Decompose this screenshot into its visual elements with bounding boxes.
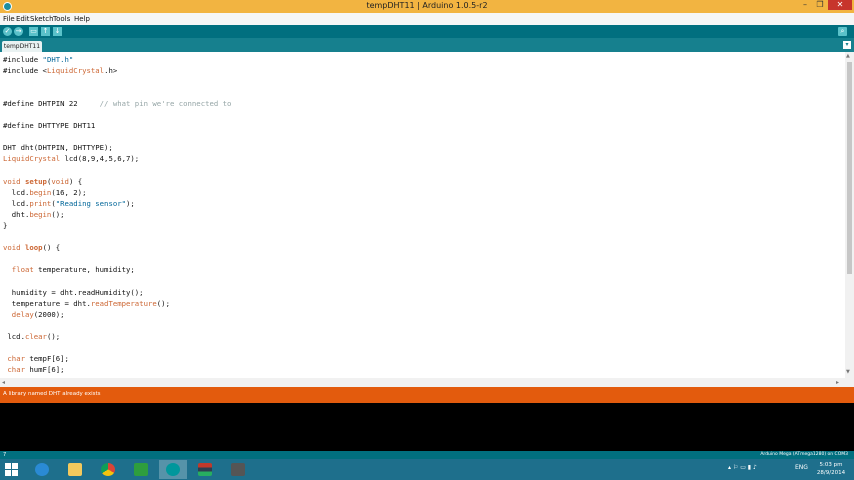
tray-icons[interactable]: ▴ ⚐ ▭ ▮ ♪	[728, 464, 757, 471]
code-line: #include "DHT.h"	[3, 55, 74, 64]
open-button[interactable]: ↑	[41, 27, 50, 36]
console-output[interactable]	[0, 403, 854, 451]
tab-tempdht11[interactable]: tempDHT11	[2, 41, 42, 52]
line-number: 7	[3, 452, 7, 458]
chevron-down-icon: ▾	[845, 41, 849, 48]
code-line: #define DHTPIN 22 // what pin we're conn…	[3, 99, 232, 108]
code-line: char humF[6];	[7, 365, 65, 374]
code-line: #include <LiquidCrystal.h>	[3, 66, 118, 75]
code-line: lcd.print("Reading sensor");	[3, 199, 135, 208]
new-file-icon: ▭	[30, 27, 37, 35]
code-line: dht.begin();	[3, 210, 65, 219]
menu-tools[interactable]: Tools	[53, 15, 70, 23]
taskbar-arduino[interactable]	[159, 460, 187, 479]
store-icon	[134, 463, 148, 476]
magnifier-icon: ⌕	[840, 27, 845, 35]
taskbar-chrome[interactable]	[94, 460, 122, 479]
menu-edit[interactable]: Edit	[16, 15, 30, 23]
verify-button[interactable]: ✓	[3, 27, 12, 36]
code-line: DHT dht(DHTPIN, DHTTYPE);	[3, 143, 113, 152]
code-line: lcd.clear();	[3, 332, 61, 341]
taskbar-store[interactable]	[127, 460, 155, 479]
board-info: Arduino Mega (ATmega1280) on COM3	[760, 452, 848, 457]
folder-icon	[68, 463, 82, 476]
tab-menu-button[interactable]: ▾	[843, 41, 851, 49]
arrow-up-icon: ↑	[42, 27, 49, 35]
check-icon: ✓	[4, 27, 11, 35]
vertical-scroll-thumb[interactable]	[847, 62, 852, 274]
scroll-left-icon[interactable]: ◂	[2, 378, 5, 387]
scroll-up-icon[interactable]: ▲	[846, 53, 850, 59]
code-line: }	[3, 221, 8, 230]
save-button[interactable]: ↓	[53, 27, 62, 36]
vertical-scrollbar[interactable]: ▲ ▼	[845, 52, 854, 378]
status-bar: A library named DHT already exists	[0, 387, 854, 403]
board-footer: 7 Arduino Mega (ATmega1280) on COM3	[0, 451, 854, 459]
taskbar-internet-explorer[interactable]	[28, 460, 56, 479]
clock-time: 5:03 pm	[819, 462, 843, 468]
taskbar: ▴ ⚐ ▭ ▮ ♪ ENG 5:03 pm 28/9/2014	[0, 459, 854, 480]
code-editor[interactable]: #include "DHT.h" #include <LiquidCrystal…	[0, 52, 845, 378]
windows-start-icon[interactable]	[5, 463, 18, 476]
taskbar-media-app[interactable]	[191, 460, 219, 479]
scroll-right-icon[interactable]: ▸	[836, 378, 839, 387]
upload-button[interactable]: →	[14, 27, 23, 36]
menu-bar: File Edit Sketch Tools Help	[0, 13, 854, 25]
code-line: void loop() {	[3, 243, 61, 252]
clock-date: 28/9/2014	[816, 470, 846, 476]
tool-app-icon	[231, 463, 245, 476]
internet-explorer-icon	[35, 463, 49, 476]
menu-sketch[interactable]: Sketch	[30, 15, 54, 23]
code-line: void setup(void) {	[3, 177, 83, 186]
toolbar: ✓ → ▭ ↑ ↓ ⌕	[0, 25, 854, 38]
arrow-right-icon: →	[15, 27, 22, 35]
tab-row: tempDHT11 ▾	[0, 38, 854, 52]
chrome-icon	[101, 463, 115, 476]
scroll-down-icon[interactable]: ▼	[846, 369, 850, 375]
code-line: temperature = dht.readTemperature();	[3, 299, 170, 308]
arduino-icon	[166, 463, 180, 476]
code-line: float temperature, humidity;	[11, 265, 135, 274]
close-button[interactable]: ✕	[828, 0, 852, 10]
code-line: char tempF[6];	[7, 354, 69, 363]
minimize-button[interactable]: –	[798, 0, 812, 10]
new-button[interactable]: ▭	[29, 27, 38, 36]
title-bar: tempDHT11 | Arduino 1.0.5-r2 – ❐ ✕	[0, 0, 854, 13]
arrow-down-icon: ↓	[54, 27, 61, 35]
serial-monitor-button[interactable]: ⌕	[838, 27, 847, 36]
maximize-button[interactable]: ❐	[813, 0, 827, 10]
code-line: delay(2000);	[11, 310, 65, 319]
media-app-icon	[198, 463, 212, 476]
status-message: A library named DHT already exists	[3, 391, 101, 397]
menu-help[interactable]: Help	[74, 15, 90, 23]
menu-file[interactable]: File	[3, 15, 15, 23]
language-indicator[interactable]: ENG	[795, 464, 808, 471]
window-title: tempDHT11 | Arduino 1.0.5-r2	[366, 1, 488, 10]
code-line: humidity = dht.readHumidity();	[3, 288, 144, 297]
horizontal-scrollbar[interactable]: ◂ ▸	[0, 378, 854, 387]
code-line: lcd.begin(16, 2);	[3, 188, 87, 197]
code-line: #define DHTTYPE DHT11	[3, 121, 96, 130]
code-line: LiquidCrystal lcd(8,9,4,5,6,7);	[3, 154, 140, 163]
clock[interactable]: 5:03 pm 28/9/2014	[812, 461, 850, 477]
taskbar-file-explorer[interactable]	[61, 460, 89, 479]
taskbar-tool-app[interactable]	[224, 460, 252, 479]
